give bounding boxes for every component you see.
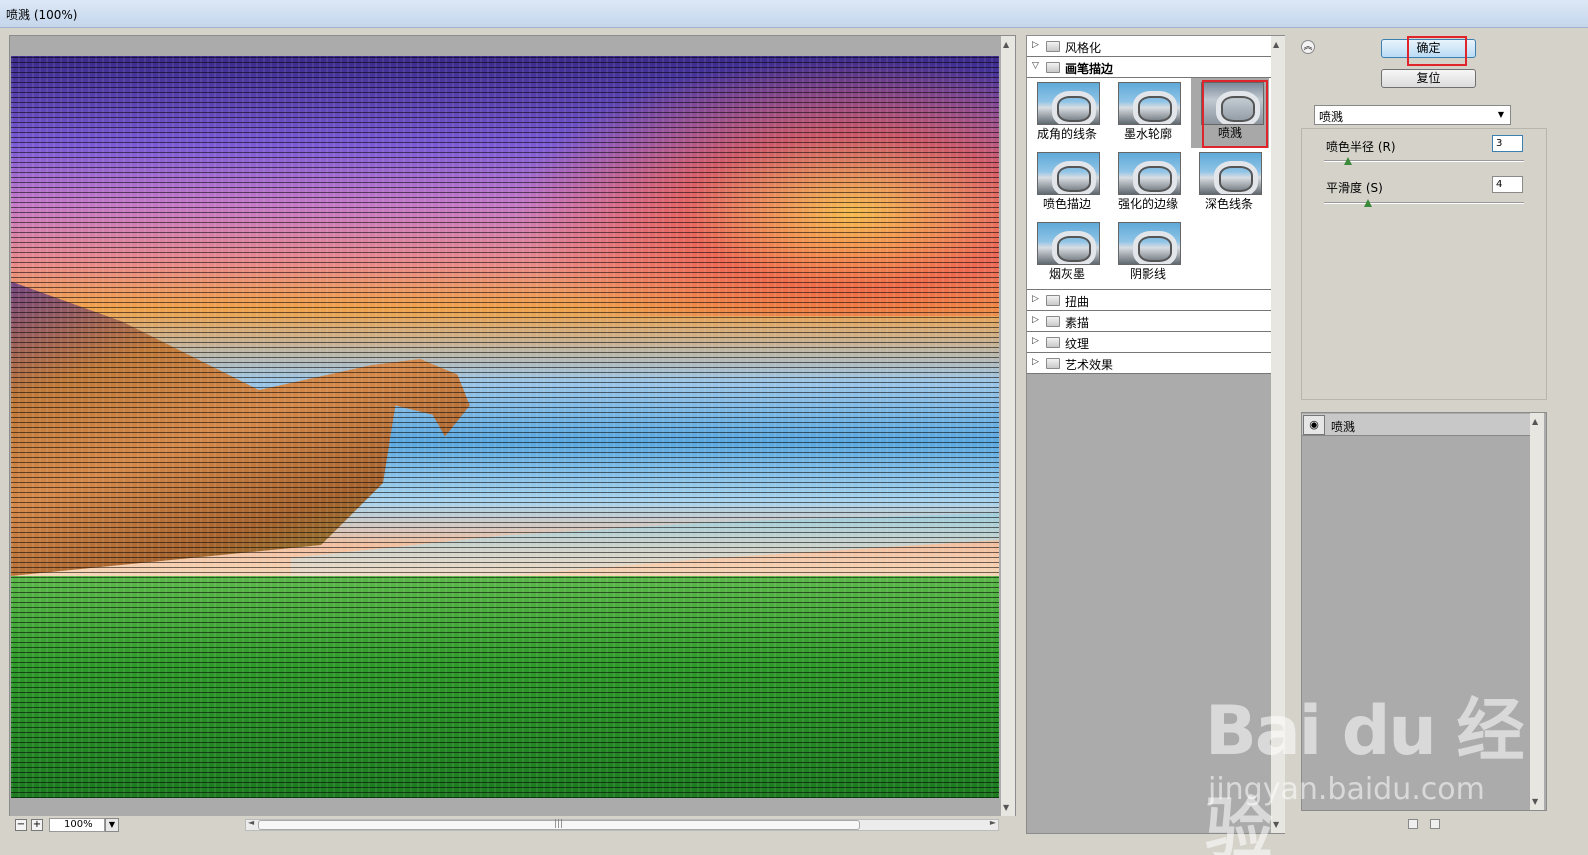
expand-triangle-icon[interactable]: ▷ — [1032, 294, 1039, 304]
chevron-down-icon[interactable]: ▼ — [1494, 108, 1508, 122]
zoom-level-field[interactable]: 100% — [49, 818, 105, 832]
category-artistic[interactable]: ▷ 艺术效果 — [1027, 353, 1271, 374]
baidu-watermark-logo: Bai du 经验 — [1205, 692, 1524, 855]
spray-radius-input[interactable]: 3 — [1492, 135, 1523, 152]
thumbnail-label: 成角的线条 — [1036, 127, 1097, 141]
category-sketch[interactable]: ▷ 素描 — [1027, 311, 1271, 332]
category-label: 扭曲 — [1065, 295, 1090, 309]
highlight-ok-button — [1407, 36, 1467, 66]
smoothness-label: 平滑度 (S) — [1326, 181, 1383, 195]
expand-triangle-icon[interactable]: ▷ — [1032, 336, 1039, 346]
grip-icon: ||| — [554, 819, 564, 829]
collapse-triangle-icon[interactable]: ▽ — [1032, 61, 1039, 71]
thumbnail-label: 强化的边缘 — [1117, 197, 1178, 211]
category-label: 素描 — [1065, 316, 1090, 330]
smoothness-slider[interactable] — [1324, 202, 1524, 204]
eye-icon[interactable]: ◉ — [1303, 415, 1325, 435]
smoothness-slider-knob[interactable] — [1364, 199, 1372, 207]
category-distort[interactable]: ▷ 扭曲 — [1027, 290, 1271, 311]
category-label: 纹理 — [1065, 337, 1090, 351]
smoothness-input[interactable]: 4 — [1492, 176, 1523, 193]
scroll-up-icon[interactable]: ▲ — [1532, 417, 1538, 426]
zoom-out-button[interactable]: − — [15, 819, 27, 831]
thumbnail-label: 深色线条 — [1204, 197, 1253, 211]
thumbnail-image — [1037, 82, 1100, 125]
thumbnail-label: 墨水轮廓 — [1123, 127, 1172, 141]
filter-thumb-ink-outlines[interactable]: 墨水轮廓 — [1115, 80, 1181, 146]
preview-vertical-scrollbar[interactable]: ▲ ▼ — [1001, 36, 1015, 816]
highlight-spatter-thumb — [1202, 80, 1268, 148]
thumbnail-image — [1199, 152, 1262, 195]
preview-spatter-texture — [11, 56, 999, 798]
thumbnail-image — [1118, 82, 1181, 125]
thumbnail-image — [1037, 152, 1100, 195]
scroll-down-icon[interactable]: ▼ — [1003, 803, 1009, 812]
thumbnail-image — [1118, 222, 1181, 265]
folder-icon — [1046, 316, 1060, 327]
thumbnail-image — [1118, 152, 1181, 195]
folder-icon — [1046, 358, 1060, 369]
title-bar: 喷溅 (100%) — [0, 0, 1588, 28]
scroll-up-icon[interactable]: ▲ — [1003, 40, 1009, 49]
filter-select-value: 喷溅 — [1319, 110, 1344, 124]
horizontal-scroll-thumb[interactable]: ||| — [258, 819, 860, 830]
filter-thumb-accented-edges[interactable]: 强化的边缘 — [1115, 150, 1181, 216]
expand-triangle-icon[interactable]: ▷ — [1032, 357, 1039, 367]
reset-button[interactable]: 复位 — [1381, 69, 1476, 88]
scroll-right-icon[interactable]: ► — [990, 818, 996, 827]
scroll-up-icon[interactable]: ▲ — [1273, 40, 1279, 49]
thumbnail-label: 烟灰墨 — [1048, 267, 1085, 281]
thumbnail-label: 阴影线 — [1129, 267, 1166, 281]
category-label: 画笔描边 — [1065, 62, 1114, 76]
spray-radius-label: 喷色半径 (R) — [1326, 140, 1396, 154]
folder-icon — [1046, 295, 1060, 306]
folder-icon — [1046, 41, 1060, 52]
folder-open-icon — [1046, 62, 1060, 73]
filter-thumb-sprayed-strokes[interactable]: 喷色描边 — [1034, 150, 1100, 216]
filter-thumb-dark-strokes[interactable]: 深色线条 — [1196, 150, 1262, 216]
category-label: 风格化 — [1065, 41, 1102, 55]
expand-triangle-icon[interactable]: ▷ — [1032, 315, 1039, 325]
filter-select[interactable]: 喷溅 ▼ — [1314, 105, 1511, 125]
spray-radius-slider[interactable] — [1324, 160, 1524, 162]
filter-thumb-sumi-e[interactable]: 烟灰墨 — [1034, 220, 1100, 286]
zoom-in-button[interactable]: + — [31, 819, 43, 831]
collapse-gallery-icon[interactable]: ︽ — [1301, 40, 1315, 54]
scroll-left-icon[interactable]: ◄ — [248, 818, 254, 827]
category-label: 艺术效果 — [1065, 358, 1114, 372]
folder-icon — [1046, 337, 1060, 348]
thumbnail-label: 喷色描边 — [1042, 197, 1091, 211]
effect-layer-name: 喷溅 — [1331, 420, 1356, 434]
thumbnail-image — [1037, 222, 1100, 265]
zoom-dropdown-icon[interactable]: ▼ — [105, 818, 119, 832]
baidu-watermark-url: jingyan.baidu.com — [1208, 772, 1485, 807]
window-title: 喷溅 (100%) — [6, 8, 78, 22]
filter-thumb-angled-strokes[interactable]: 成角的线条 — [1034, 80, 1100, 146]
spray-radius-slider-knob[interactable] — [1344, 157, 1352, 165]
preview-horizontal-scrollbar[interactable]: ◄ ||| ► — [245, 818, 999, 831]
category-brush-strokes[interactable]: ▽ 画笔描边 — [1027, 57, 1271, 78]
category-texture[interactable]: ▷ 纹理 — [1027, 332, 1271, 353]
category-stylize[interactable]: ▷ 风格化 — [1027, 36, 1271, 57]
preview-image[interactable] — [11, 56, 999, 798]
filter-thumb-crosshatch[interactable]: 阴影线 — [1115, 220, 1181, 286]
expand-triangle-icon[interactable]: ▷ — [1032, 40, 1039, 50]
filter-settings-panel — [1301, 128, 1547, 400]
preview-zoom-bar: − + 100% ▼ ◄ ||| ► — [9, 816, 1016, 834]
